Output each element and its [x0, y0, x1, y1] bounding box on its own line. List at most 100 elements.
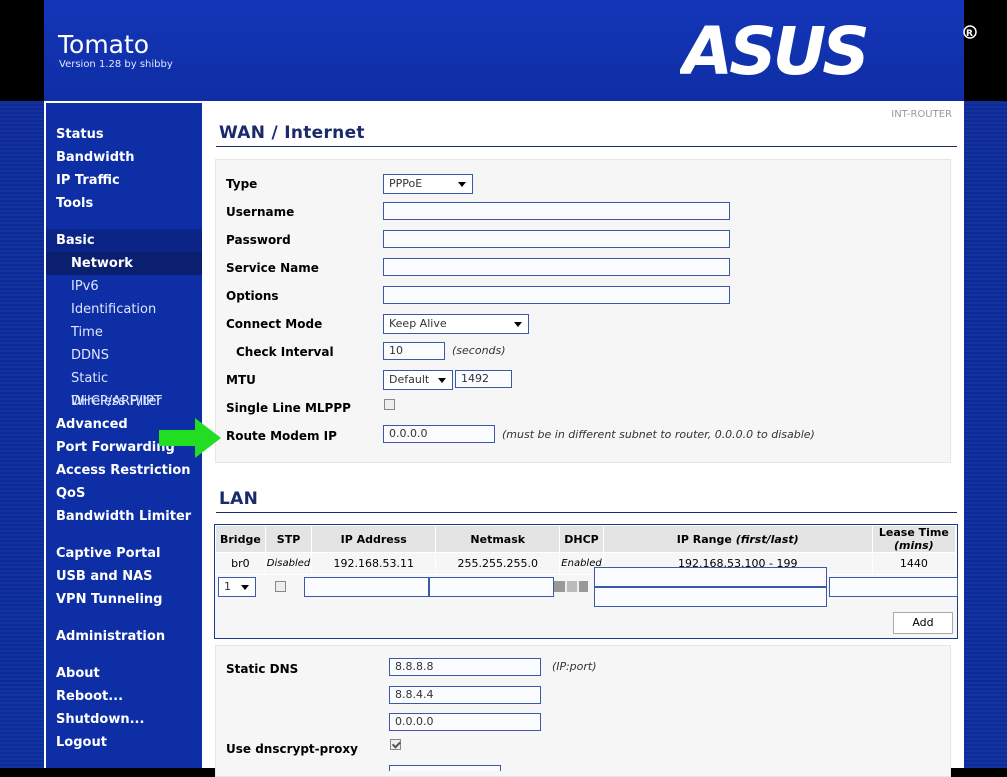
mtu-mode-select[interactable]: Default [383, 370, 453, 390]
check-interval-label: Check Interval [236, 345, 334, 359]
check-interval-input[interactable]: 10 [383, 342, 445, 360]
username-label: Username [226, 205, 295, 219]
nav-shutdown[interactable]: Shutdown... [46, 708, 202, 731]
cell-bridge: br0 [215, 552, 266, 575]
nav-identification[interactable]: Identification [46, 298, 202, 321]
svg-text:R: R [966, 29, 973, 39]
password-label: Password [226, 233, 291, 247]
seconds-note: (seconds) [452, 344, 506, 357]
options-label: Options [226, 289, 279, 303]
nav-ipv6[interactable]: IPv6 [46, 275, 202, 298]
col-lease-note: (mins) [894, 539, 934, 552]
nav-captive-portal[interactable]: Captive Portal [46, 542, 202, 565]
password-input[interactable] [383, 230, 730, 248]
col-bridge: Bridge [215, 525, 266, 553]
new-netmask-input[interactable] [429, 577, 554, 597]
nav-about[interactable]: About [46, 662, 202, 685]
nav-tools[interactable]: Tools [46, 192, 202, 215]
wan-title: WAN / Internet [219, 123, 365, 143]
connect-mode-label: Connect Mode [226, 317, 323, 331]
nav-status[interactable]: Status [46, 123, 202, 146]
nav-vpn[interactable]: VPN Tunneling [46, 588, 202, 611]
ip-port-note: (IP:port) [552, 660, 597, 673]
mlppp-label: Single Line MLPPP [226, 401, 351, 415]
dnscrypt-checkbox[interactable] [390, 739, 401, 750]
static-dns-label: Static DNS [226, 662, 299, 676]
lan-title: LAN [219, 489, 259, 509]
dns3-input[interactable]: 0.0.0.0 [389, 713, 541, 731]
chevron-down-icon [438, 378, 446, 383]
table-row[interactable]: br0 Disabled 192.168.53.11 255.255.255.0… [215, 552, 957, 575]
connect-mode-select[interactable]: Keep Alive [383, 314, 529, 334]
nav-bandwidth-limiter[interactable]: Bandwidth Limiter [46, 505, 202, 528]
type-select-value: PPPoE [389, 177, 423, 190]
options-input[interactable] [383, 286, 730, 304]
nav-time[interactable]: Time [46, 321, 202, 344]
new-range-last-input[interactable] [594, 587, 827, 607]
dns2-input[interactable]: 8.8.4.4 [389, 686, 541, 704]
asus-logo: ASUS R [680, 22, 977, 80]
nav-administration[interactable]: Administration [46, 625, 202, 648]
router-name: INT-ROUTER [891, 109, 952, 120]
col-range-label: IP Range [676, 532, 732, 546]
service-name-input[interactable] [383, 258, 730, 276]
service-name-label: Service Name [226, 261, 319, 275]
mtu-mode-value: Default [389, 373, 430, 386]
col-range: IP Range (first/last) [602, 525, 873, 553]
mlppp-checkbox[interactable] [384, 399, 395, 410]
mtu-label: MTU [226, 373, 256, 387]
col-lease: Lease Time (mins) [871, 525, 957, 553]
add-button[interactable]: Add [893, 612, 953, 634]
lan-header-row: Bridge STP IP Address Netmask DHCP IP Ra… [215, 525, 957, 553]
app-title: Tomato [58, 30, 150, 59]
nav-usb-nas[interactable]: USB and NAS [46, 565, 202, 588]
new-ip-input[interactable] [304, 577, 429, 597]
col-stp: STP [264, 525, 313, 553]
cell-stp: Disabled [264, 552, 313, 575]
col-netmask: Netmask [435, 525, 561, 553]
new-bridge-select[interactable]: 1 [218, 577, 256, 597]
chevron-down-icon [458, 182, 466, 187]
route-modem-note: (must be in different subnet to router, … [502, 428, 815, 441]
nav-ddns[interactable]: DDNS [46, 344, 202, 367]
cell-lease: 1440 [871, 552, 957, 575]
col-dhcp: DHCP [559, 525, 604, 553]
new-stp-checkbox[interactable] [275, 581, 286, 592]
nav-reboot[interactable]: Reboot... [46, 685, 202, 708]
cell-ip: 192.168.53.11 [311, 552, 437, 575]
username-input[interactable] [383, 202, 730, 220]
header: Tomato Version 1.28 by shibby ASUS R [44, 0, 977, 101]
wan-divider [216, 146, 957, 147]
nav-access-restriction[interactable]: Access Restriction [46, 459, 202, 482]
nav-logout[interactable]: Logout [46, 731, 202, 754]
dnscrypt-extra-input[interactable] [389, 765, 501, 771]
chevron-down-icon [241, 585, 249, 590]
col-ip: IP Address [311, 525, 437, 553]
app-version: Version 1.28 by shibby [59, 59, 173, 70]
nav-bandwidth[interactable]: Bandwidth [46, 146, 202, 169]
nav-ip-traffic[interactable]: IP Traffic [46, 169, 202, 192]
nav-wireless-filter[interactable]: Wireless Filter [46, 390, 202, 413]
nav-static-dhcp[interactable]: Static DHCP/ARP/IPT [46, 367, 202, 409]
nav-network[interactable]: Network [46, 252, 202, 275]
col-lease-label: Lease Time [878, 526, 949, 539]
logo-text: ASUS [680, 22, 866, 80]
dns1-input[interactable]: 8.8.8.8 [389, 658, 541, 676]
content: INT-ROUTER WAN / Internet Type PPPoE Use… [202, 103, 962, 777]
new-lease-input[interactable] [829, 577, 958, 597]
nav-basic[interactable]: Basic [46, 229, 202, 252]
new-range-first-input[interactable] [594, 567, 827, 587]
new-dhcp-toggle[interactable] [554, 581, 588, 592]
route-modem-ip-input[interactable]: 0.0.0.0 [383, 425, 495, 443]
lan-table: Bridge STP IP Address Netmask DHCP IP Ra… [215, 525, 957, 575]
nav-qos[interactable]: QoS [46, 482, 202, 505]
mtu-input[interactable]: 1492 [455, 370, 512, 388]
route-modem-ip-label: Route Modem IP [226, 429, 337, 443]
green-arrow-icon [159, 418, 221, 458]
dnscrypt-label: Use dnscrypt-proxy [226, 742, 358, 756]
connect-mode-value: Keep Alive [389, 317, 447, 330]
new-bridge-value: 1 [224, 580, 231, 593]
type-select[interactable]: PPPoE [383, 174, 473, 194]
col-range-note: (first/last) [735, 532, 799, 546]
type-label: Type [226, 177, 258, 191]
